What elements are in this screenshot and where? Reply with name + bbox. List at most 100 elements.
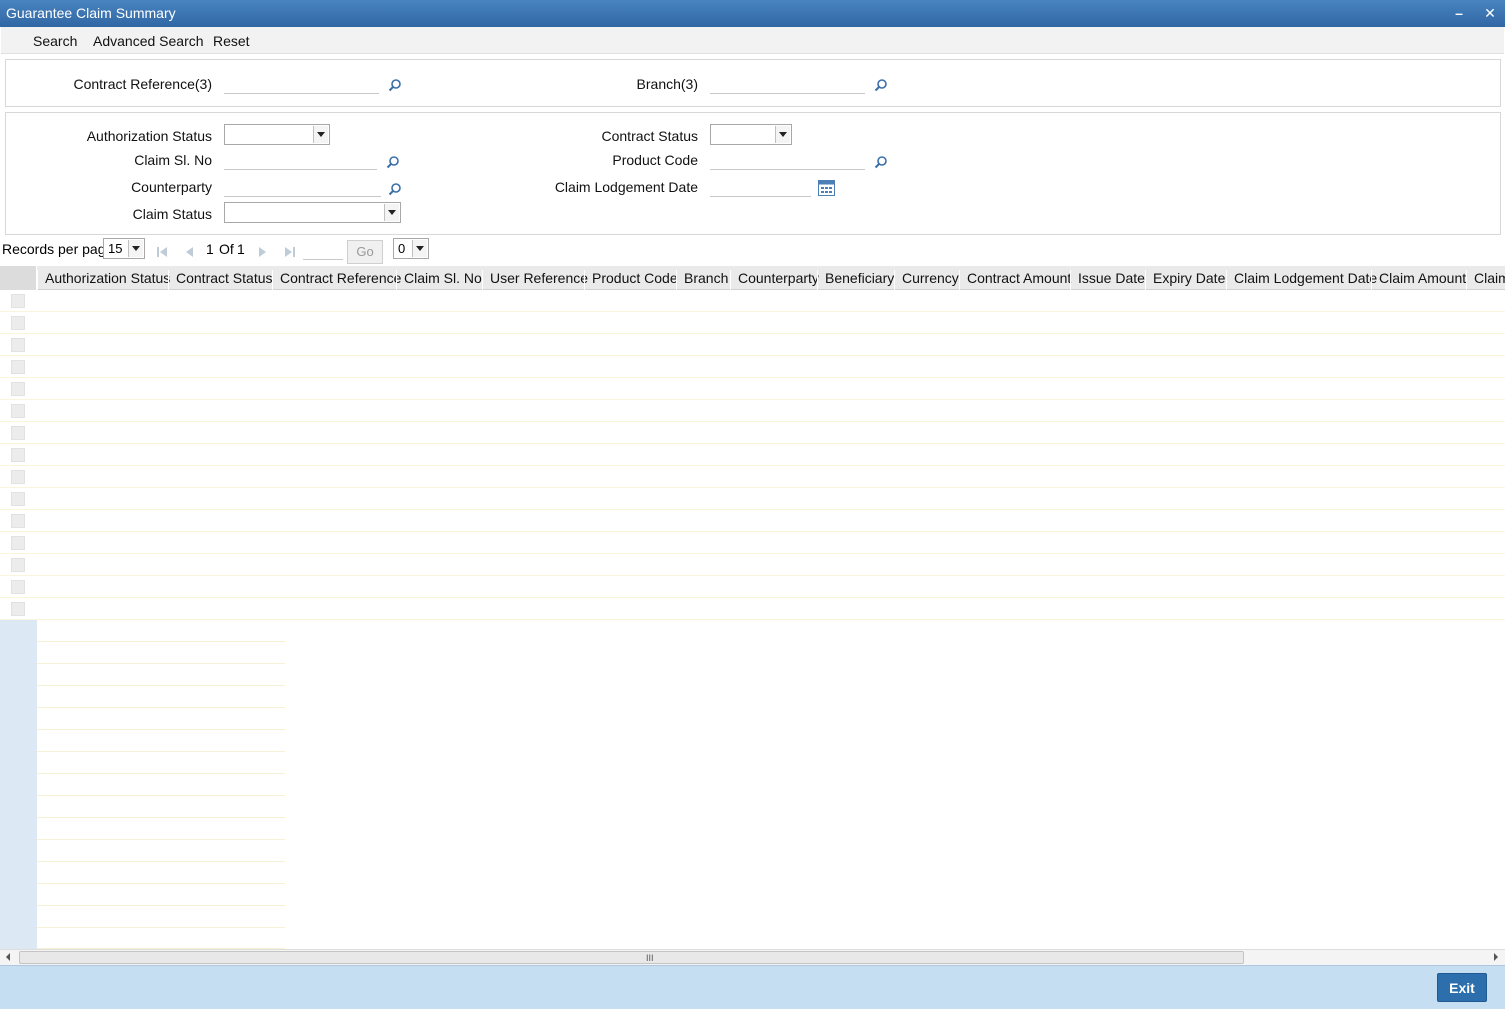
column-header[interactable]: Contract Amount (959, 270, 1071, 290)
column-header[interactable]: Claim Lodgement Date (1226, 270, 1377, 290)
first-page-icon[interactable] (156, 246, 168, 258)
table-row[interactable] (0, 532, 1505, 554)
row-checkbox[interactable] (11, 536, 25, 550)
column-header[interactable]: Claim Amount (1371, 270, 1466, 290)
advanced-search-button[interactable]: Advanced Search (93, 33, 204, 49)
scrollbar-thumb[interactable]: III (19, 951, 1244, 964)
grid-header: Authorization Status Contract Status Con… (0, 266, 1505, 290)
table-row[interactable] (0, 576, 1505, 598)
column-header[interactable]: Counterparty (730, 270, 819, 290)
chevron-down-icon[interactable] (313, 126, 328, 143)
row-checkbox[interactable] (11, 338, 25, 352)
row-checkbox[interactable] (11, 360, 25, 374)
table-row[interactable] (0, 466, 1505, 488)
column-header[interactable]: Product Code (584, 270, 678, 290)
footer-bar: Exit (0, 965, 1505, 1009)
table-row[interactable] (0, 356, 1505, 378)
close-icon[interactable]: ✕ (1481, 4, 1499, 22)
column-header[interactable]: Contract Status (168, 270, 273, 290)
filter-panel: Authorization Status Contract Status Cla… (5, 112, 1501, 235)
pagination-bar: Records per page 15 1 Of 1 Go 0 (0, 236, 1505, 265)
product-code-input[interactable] (710, 150, 865, 170)
minimize-icon[interactable]: – (1450, 4, 1468, 22)
table-row[interactable] (0, 444, 1505, 466)
column-header[interactable]: Authorization Status (37, 270, 170, 290)
row-checkbox[interactable] (11, 470, 25, 484)
row-checkbox[interactable] (11, 382, 25, 396)
row-checkbox[interactable] (11, 426, 25, 440)
table-row[interactable] (0, 422, 1505, 444)
row-checkbox[interactable] (11, 602, 25, 616)
product-code-label: Product Code (612, 152, 698, 168)
table-row[interactable] (0, 488, 1505, 510)
column-header[interactable]: Beneficiary (817, 270, 894, 290)
chevron-down-icon[interactable] (412, 240, 427, 257)
column-header[interactable]: Claim Sl. No (396, 270, 482, 290)
authorization-status-select[interactable] (224, 124, 330, 145)
claim-lodgement-date-input[interactable] (710, 177, 811, 197)
chevron-down-icon[interactable] (384, 204, 399, 221)
search-button[interactable]: Search (33, 33, 77, 49)
branch-input[interactable] (710, 74, 865, 94)
table-row[interactable] (0, 598, 1505, 620)
empty-row (0, 620, 285, 642)
claim-sl-no-label: Claim Sl. No (134, 152, 212, 168)
row-checkbox[interactable] (11, 492, 25, 506)
contract-reference-input[interactable] (224, 74, 379, 94)
column-header[interactable]: User Reference (482, 270, 588, 290)
table-row[interactable] (0, 290, 1505, 312)
row-checkbox[interactable] (11, 294, 25, 308)
chevron-down-icon[interactable] (128, 240, 143, 257)
column-header[interactable]: Currency (894, 270, 959, 290)
table-row[interactable] (0, 554, 1505, 576)
column-header[interactable]: Issue Date (1070, 270, 1145, 290)
empty-row (0, 752, 285, 774)
table-row[interactable] (0, 378, 1505, 400)
table-row[interactable] (0, 312, 1505, 334)
claim-status-label: Claim Status (132, 206, 212, 222)
magnifier-icon[interactable] (386, 155, 400, 169)
last-page-icon[interactable] (284, 246, 296, 258)
column-header[interactable]: Claim (1466, 270, 1505, 290)
goto-page-input[interactable] (303, 240, 343, 260)
scroll-right-icon[interactable] (1494, 953, 1498, 961)
column-header[interactable]: Expiry Date (1145, 270, 1225, 290)
magnifier-icon[interactable] (388, 182, 402, 196)
next-page-icon[interactable] (256, 246, 268, 258)
row-checkbox[interactable] (11, 558, 25, 572)
row-checkbox[interactable] (11, 580, 25, 594)
counterparty-input[interactable] (224, 177, 381, 197)
go-button[interactable]: Go (347, 240, 383, 264)
row-checkbox[interactable] (11, 448, 25, 462)
horizontal-scrollbar[interactable]: III (0, 949, 1505, 965)
contract-status-select[interactable] (710, 124, 792, 145)
records-per-page-select[interactable]: 15 (103, 238, 145, 259)
window-titlebar: Guarantee Claim Summary – ✕ (0, 0, 1505, 27)
empty-row (0, 884, 285, 906)
claim-sl-no-input[interactable] (224, 150, 377, 170)
scroll-left-icon[interactable] (6, 953, 10, 961)
calendar-icon[interactable] (818, 180, 835, 196)
magnifier-icon[interactable] (388, 78, 402, 92)
row-checkbox[interactable] (11, 514, 25, 528)
magnifier-icon[interactable] (874, 78, 888, 92)
total-pages: 1 (237, 241, 245, 257)
chevron-down-icon[interactable] (775, 126, 790, 143)
claim-status-select[interactable] (224, 202, 401, 223)
query-panel: Contract Reference(3) Branch(3) (5, 59, 1501, 107)
previous-page-icon[interactable] (184, 246, 196, 258)
magnifier-icon[interactable] (874, 155, 888, 169)
row-checkbox[interactable] (11, 316, 25, 330)
column-header[interactable]: Branch (676, 270, 728, 290)
table-row[interactable] (0, 334, 1505, 356)
page-select[interactable]: 0 (393, 238, 429, 259)
grid-header-corner (0, 266, 37, 290)
row-checkbox[interactable] (11, 404, 25, 418)
reset-button[interactable]: Reset (213, 33, 250, 49)
table-row[interactable] (0, 510, 1505, 532)
current-page: 1 (206, 241, 214, 257)
branch-label: Branch(3) (636, 76, 698, 92)
column-header[interactable]: Contract Reference (272, 270, 401, 290)
table-row[interactable] (0, 400, 1505, 422)
exit-button[interactable]: Exit (1437, 973, 1487, 1002)
